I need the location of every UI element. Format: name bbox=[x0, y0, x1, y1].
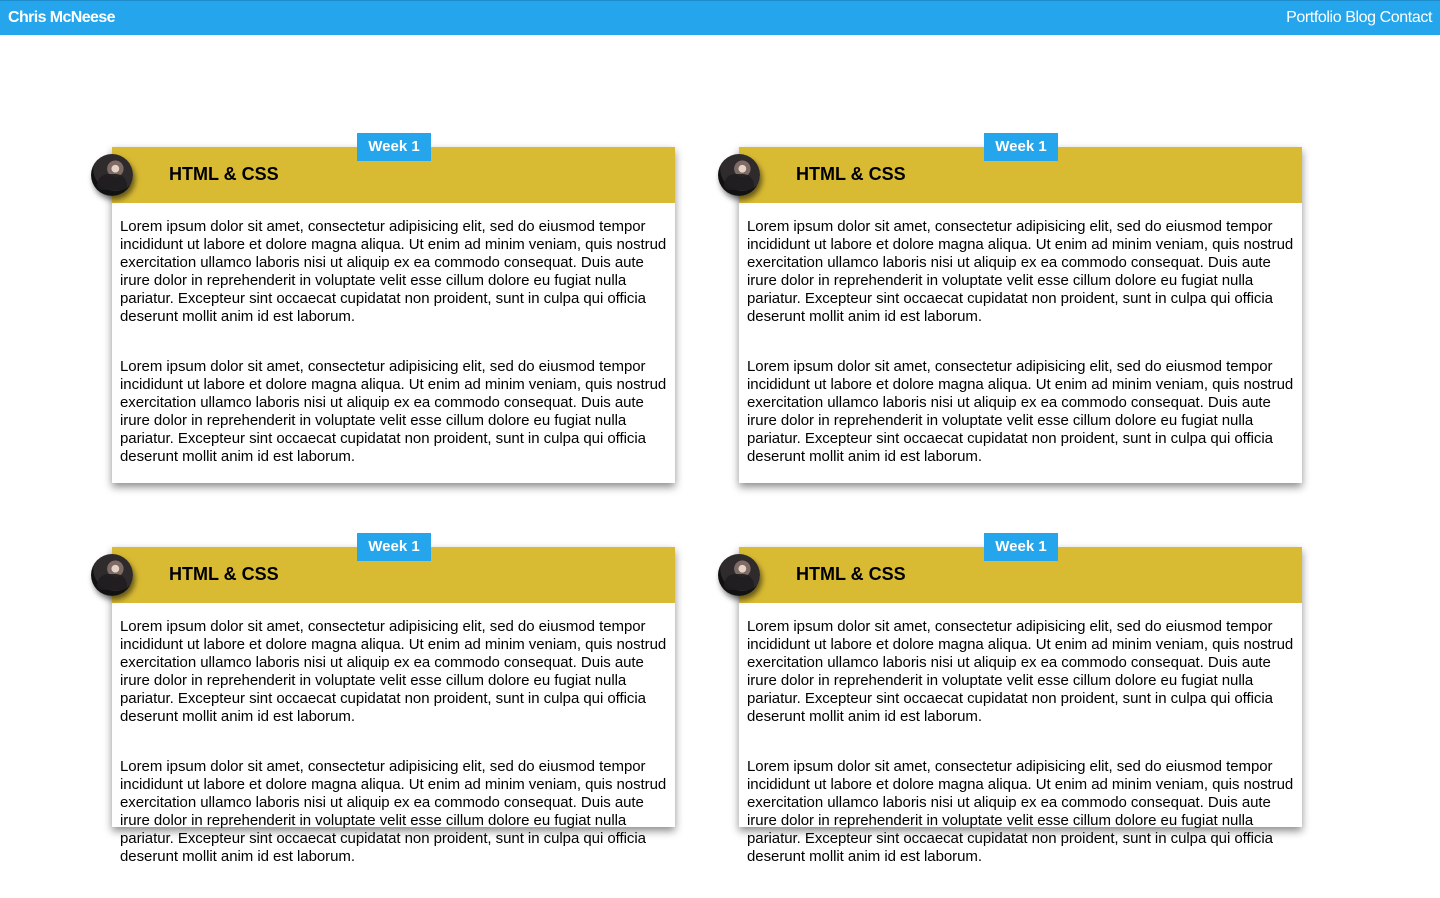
card-paragraph: Lorem ipsum dolor sit amet, consectetur … bbox=[747, 358, 1294, 465]
card-body: Lorem ipsum dolor sit amet, consectetur … bbox=[747, 618, 1295, 898]
week-card: HTML & CSS Week 1 Lorem ipsum dolor sit … bbox=[718, 533, 1302, 865]
nav-link-blog[interactable]: Blog bbox=[1345, 9, 1376, 27]
card-paragraph: Lorem ipsum dolor sit amet, consectetur … bbox=[747, 758, 1294, 865]
card-body: Lorem ipsum dolor sit amet, consectetur … bbox=[120, 618, 668, 898]
week-card: HTML & CSS Week 1 Lorem ipsum dolor sit … bbox=[718, 133, 1302, 483]
card-paragraph: Lorem ipsum dolor sit amet, consectetur … bbox=[120, 618, 667, 725]
card-title: HTML & CSS bbox=[796, 564, 906, 584]
week-badge: Week 1 bbox=[357, 133, 431, 161]
card-body: Lorem ipsum dolor sit amet, consectetur … bbox=[120, 218, 668, 498]
card-paragraph: Lorem ipsum dolor sit amet, consectetur … bbox=[747, 618, 1294, 725]
week-badge: Week 1 bbox=[984, 133, 1058, 161]
avatar bbox=[91, 554, 133, 596]
avatar bbox=[718, 154, 760, 196]
card-body: Lorem ipsum dolor sit amet, consectetur … bbox=[747, 218, 1295, 498]
week-card: HTML & CSS Week 1 Lorem ipsum dolor sit … bbox=[91, 133, 675, 483]
week-badge: Week 1 bbox=[357, 533, 431, 561]
week-card: HTML & CSS Week 1 Lorem ipsum dolor sit … bbox=[91, 533, 675, 865]
site-brand-link[interactable]: Chris McNeese bbox=[8, 9, 116, 27]
card-paragraph: Lorem ipsum dolor sit amet, consectetur … bbox=[747, 218, 1294, 325]
nav-link-contact[interactable]: Contact bbox=[1380, 9, 1433, 27]
card-title: HTML & CSS bbox=[169, 564, 279, 584]
card-paragraph: Lorem ipsum dolor sit amet, consectetur … bbox=[120, 218, 667, 325]
card-title: HTML & CSS bbox=[169, 164, 279, 184]
avatar bbox=[91, 154, 133, 196]
top-navigation-bar: Chris McNeese Portfolio Blog Contact bbox=[0, 0, 1440, 35]
week-badge: Week 1 bbox=[984, 533, 1058, 561]
card-paragraph: Lorem ipsum dolor sit amet, consectetur … bbox=[120, 358, 667, 465]
avatar bbox=[718, 554, 760, 596]
card-paragraph: Lorem ipsum dolor sit amet, consectetur … bbox=[120, 758, 667, 865]
main-navigation: Portfolio Blog Contact bbox=[1286, 9, 1432, 27]
card-title: HTML & CSS bbox=[796, 164, 906, 184]
nav-link-portfolio[interactable]: Portfolio bbox=[1286, 9, 1342, 27]
